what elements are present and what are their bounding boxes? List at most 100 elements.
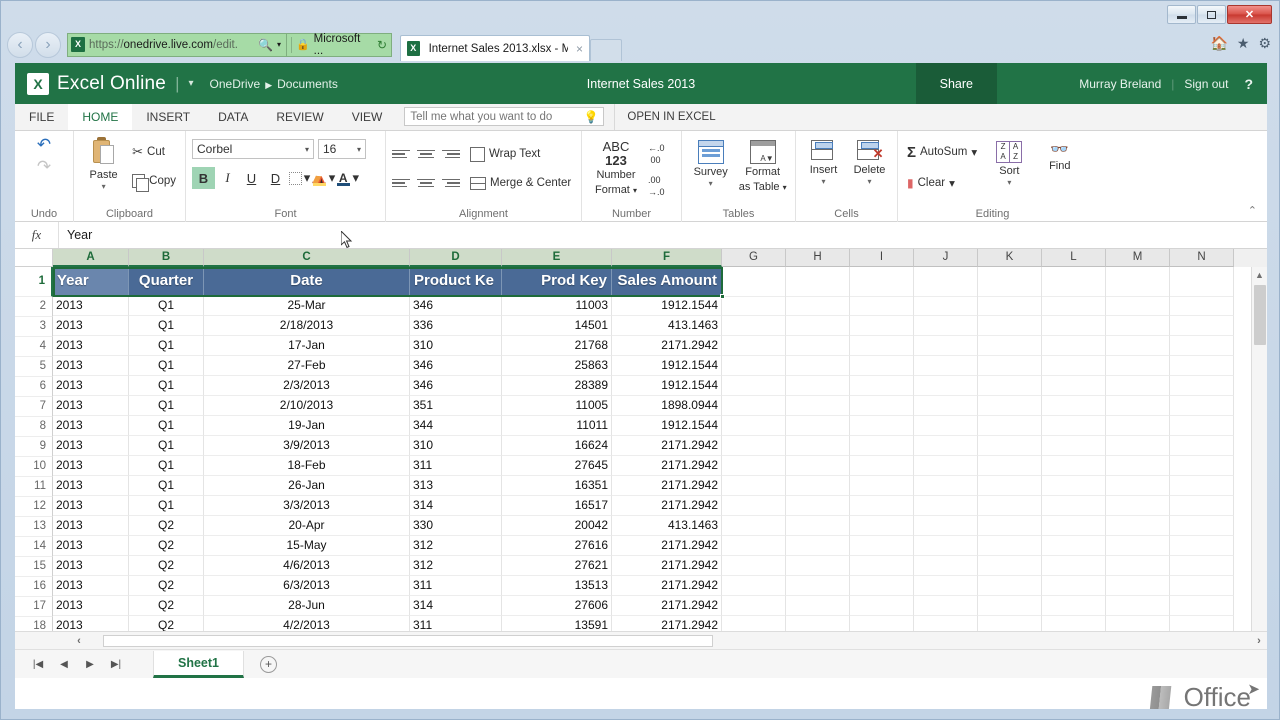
double-underline-button[interactable]: D (264, 167, 287, 189)
cell-H16[interactable] (786, 576, 850, 596)
cell-C11[interactable]: 26-Jan (204, 476, 410, 496)
cell-A18[interactable]: 2013 (53, 616, 129, 631)
cell-A14[interactable]: 2013 (53, 536, 129, 556)
cell-L9[interactable] (1042, 436, 1106, 456)
row-header-13[interactable]: 13 (15, 517, 53, 537)
row-header-4[interactable]: 4 (15, 337, 53, 357)
cell-H2[interactable] (786, 296, 850, 316)
tab-file[interactable]: FILE (15, 104, 68, 130)
cell-J7[interactable] (914, 396, 978, 416)
cell-E5[interactable]: 25863 (502, 356, 612, 376)
cell-G4[interactable] (722, 336, 786, 356)
star-icon[interactable]: ★ (1237, 35, 1250, 52)
cell-G14[interactable] (722, 536, 786, 556)
cell-A17[interactable]: 2013 (53, 596, 129, 616)
cell-N4[interactable] (1170, 336, 1234, 356)
cell-M3[interactable] (1106, 316, 1170, 336)
cell-N12[interactable] (1170, 496, 1234, 516)
horizontal-scroll-thumb[interactable] (103, 635, 713, 647)
cell-J6[interactable] (914, 376, 978, 396)
undo-button[interactable]: ↶ (37, 135, 51, 157)
cell-H12[interactable] (786, 496, 850, 516)
cell-C2[interactable]: 25-Mar (204, 296, 410, 316)
cell-I18[interactable] (850, 616, 914, 631)
cell-E15[interactable]: 27621 (502, 556, 612, 576)
cell-I14[interactable] (850, 536, 914, 556)
cell-N7[interactable] (1170, 396, 1234, 416)
chevron-down-icon[interactable]: ▾ (1007, 178, 1011, 187)
survey-button[interactable]: Survey ▾ (688, 138, 733, 188)
tab-home[interactable]: HOME (68, 104, 132, 130)
chevron-down-icon[interactable]: ▾ (821, 177, 825, 186)
cell-C15[interactable]: 4/6/2013 (204, 556, 410, 576)
cell-K7[interactable] (978, 396, 1042, 416)
cell-H15[interactable] (786, 556, 850, 576)
cell-M18[interactable] (1106, 616, 1170, 631)
open-in-excel-button[interactable]: OPEN IN EXCEL (614, 104, 727, 130)
row-header-1[interactable]: 1 (15, 267, 53, 297)
cell-K4[interactable] (978, 336, 1042, 356)
format-as-table-button[interactable]: A▼ Format as Table ▾ (736, 138, 789, 193)
next-sheet-button[interactable]: ▶ (77, 659, 103, 670)
cell-F9[interactable]: 2171.2942 (612, 436, 722, 456)
cell-M2[interactable] (1106, 296, 1170, 316)
cell-B9[interactable]: Q1 (129, 436, 204, 456)
cell-C17[interactable]: 28-Jun (204, 596, 410, 616)
cell-E18[interactable]: 13591 (502, 616, 612, 631)
cell-K10[interactable] (978, 456, 1042, 476)
cell-H7[interactable] (786, 396, 850, 416)
prev-sheet-button[interactable]: ◀ (51, 659, 77, 670)
cell-I8[interactable] (850, 416, 914, 436)
cell-H3[interactable] (786, 316, 850, 336)
cell-L16[interactable] (1042, 576, 1106, 596)
cell-C18[interactable]: 4/2/2013 (204, 616, 410, 631)
row-header-9[interactable]: 9 (15, 437, 53, 457)
row-header-16[interactable]: 16 (15, 577, 53, 597)
cell-I13[interactable] (850, 516, 914, 536)
cell-M8[interactable] (1106, 416, 1170, 436)
vertical-scrollbar[interactable]: ▲ (1251, 267, 1267, 631)
cell-D5[interactable]: 346 (410, 356, 502, 376)
cell-L8[interactable] (1042, 416, 1106, 436)
cell-A11[interactable]: 2013 (53, 476, 129, 496)
align-top-button[interactable] (392, 147, 410, 162)
cell-B6[interactable]: Q1 (129, 376, 204, 396)
tab-insert[interactable]: INSERT (132, 104, 204, 130)
browser-tab[interactable]: X Internet Sales 2013.xlsx - Mi... × (400, 35, 590, 61)
cell-L3[interactable] (1042, 316, 1106, 336)
align-middle-button[interactable] (417, 147, 435, 162)
cell-M15[interactable] (1106, 556, 1170, 576)
cell-J9[interactable] (914, 436, 978, 456)
cell-G7[interactable] (722, 396, 786, 416)
delete-cells-button[interactable]: ✕ Delete ▾ (848, 138, 891, 186)
user-name[interactable]: Murray Breland (1079, 77, 1161, 91)
cell-J8[interactable] (914, 416, 978, 436)
cell-D1[interactable]: Product Ke (410, 267, 502, 296)
align-right-button[interactable] (442, 176, 460, 191)
cell-B17[interactable]: Q2 (129, 596, 204, 616)
tab-data[interactable]: DATA (204, 104, 262, 130)
chevron-down-icon[interactable]: ▾ (709, 179, 713, 188)
row-header-6[interactable]: 6 (15, 377, 53, 397)
cell-K17[interactable] (978, 596, 1042, 616)
cell-K15[interactable] (978, 556, 1042, 576)
cell-C3[interactable]: 2/18/2013 (204, 316, 410, 336)
cell-K14[interactable] (978, 536, 1042, 556)
cell-N18[interactable] (1170, 616, 1234, 631)
cell-N14[interactable] (1170, 536, 1234, 556)
cell-B4[interactable]: Q1 (129, 336, 204, 356)
cell-K16[interactable] (978, 576, 1042, 596)
underline-button[interactable]: U (240, 167, 263, 189)
cell-F12[interactable]: 2171.2942 (612, 496, 722, 516)
cell-E7[interactable]: 11005 (502, 396, 612, 416)
cell-F15[interactable]: 2171.2942 (612, 556, 722, 576)
autosum-button[interactable]: Σ AutoSum ▾ (904, 141, 980, 163)
cell-E10[interactable]: 27645 (502, 456, 612, 476)
cell-D18[interactable]: 311 (410, 616, 502, 631)
cell-D14[interactable]: 312 (410, 536, 502, 556)
cell-D3[interactable]: 336 (410, 316, 502, 336)
cell-E17[interactable]: 27606 (502, 596, 612, 616)
row-header-18[interactable]: 18 (15, 617, 53, 631)
cell-G6[interactable] (722, 376, 786, 396)
cell-E13[interactable]: 20042 (502, 516, 612, 536)
